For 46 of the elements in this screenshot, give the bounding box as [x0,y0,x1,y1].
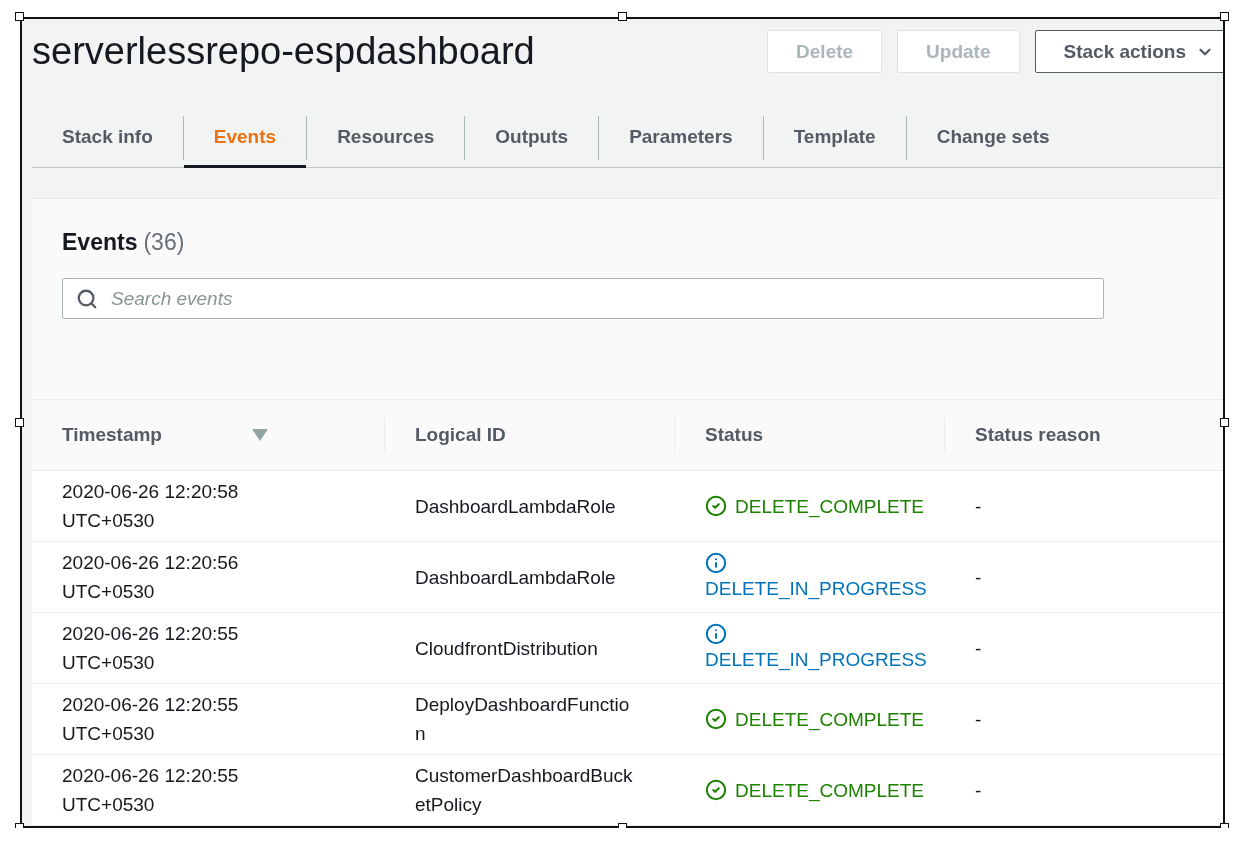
resize-handle[interactable] [618,12,627,21]
timestamp-cell-text: 2020-06-26 12:20:55 UTC+0530 [62,622,240,675]
status-reason-cell-text: - [975,707,982,732]
tab[interactable]: Resources [307,108,465,168]
info-icon [705,622,727,645]
timestamp-cell-text: 2020-06-26 12:20:55 UTC+0530 [62,764,240,817]
timestamp-cell-text: 2020-06-26 12:20:58 UTC+0530 [62,480,240,533]
tab[interactable]: Template [763,108,906,168]
logical-id-cell-text: DeployDashboardFunction [415,693,631,746]
check-circle-icon [705,708,727,730]
logical-id-cell-text: CloudfrontDistribution [415,636,599,661]
tab[interactable]: Stack info [32,108,183,168]
tab[interactable]: Outputs [465,108,599,168]
logical-id-cell-text: DashboardLambdaRole [415,565,617,590]
status-reason-cell-text: - [975,636,982,661]
timestamp-cell-text: 2020-06-26 12:20:55 UTC+0530 [62,693,240,746]
status-reason-cell-text: - [975,565,982,590]
column-header: Status [705,424,764,446]
status-text: DELETE_IN_PROGRESS [705,647,927,673]
stack-title: serverlessrepo-espdashboard [32,30,536,74]
panel-heading: Events [62,229,138,256]
column-header: Logical ID [415,424,506,446]
status-reason-cell-text: - [975,778,982,803]
resize-handle[interactable] [15,418,24,427]
event-count: (36) [143,229,185,256]
column-header[interactable]: Timestamp [62,424,162,446]
timestamp-cell-text: 2020-06-26 12:20:56 UTC+0530 [62,551,240,604]
info-icon [705,551,727,574]
resize-handle[interactable] [1220,418,1229,427]
resize-handle[interactable] [1220,12,1229,21]
tab[interactable]: Parameters [599,108,763,168]
status-reason-cell-text: - [975,494,982,519]
check-circle-icon [705,495,727,517]
search-field[interactable]: Search events [62,278,1104,319]
check-circle-icon [705,779,727,801]
logical-id-cell-text: CustomerDashboardBucketPolicy [415,764,634,817]
status-text: DELETE_COMPLETE [735,778,924,804]
logical-id-cell-text: DashboardLambdaRole [415,494,617,519]
search-icon [76,288,98,310]
status-text: DELETE_COMPLETE [735,707,924,733]
resize-handle[interactable] [15,12,24,21]
status-text: DELETE_COMPLETE [735,494,924,520]
column-header: Status reason [975,424,1101,446]
action-button[interactable]: Stack actions [1034,30,1223,74]
status-text: DELETE_IN_PROGRESS [705,576,927,602]
tab[interactable]: Change sets [906,108,1080,168]
